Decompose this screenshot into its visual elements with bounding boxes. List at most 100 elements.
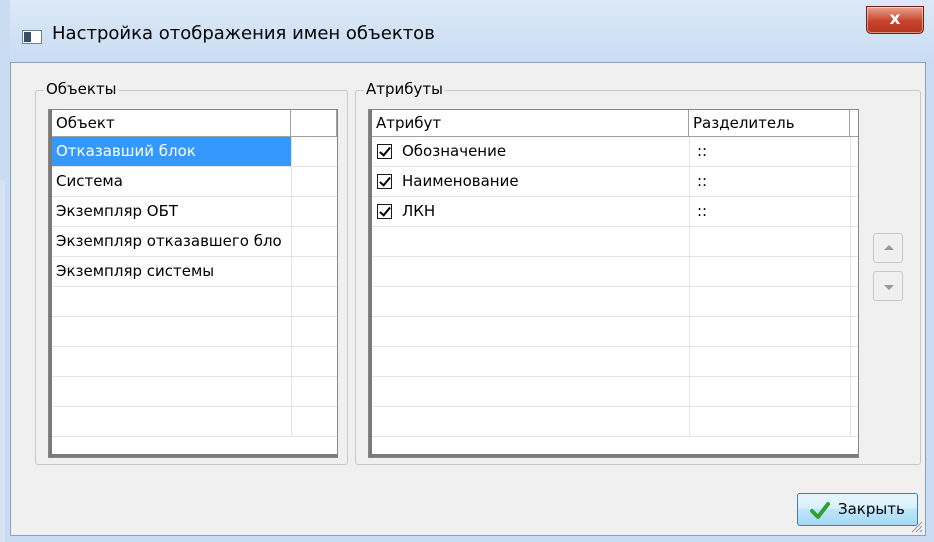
column-divider — [850, 407, 851, 436]
attributes-list-item[interactable]: ЛКН:: — [372, 197, 858, 227]
separator-cell[interactable] — [690, 257, 850, 286]
attribute-cell — [372, 317, 689, 346]
separator-cell[interactable] — [690, 347, 850, 376]
attribute-label: Обозначение — [402, 142, 507, 160]
objects-list-item-label: Экземпляр системы — [56, 262, 215, 280]
column-divider — [291, 317, 292, 346]
column-divider — [850, 167, 851, 196]
attribute-checkbox[interactable] — [377, 204, 392, 219]
separator-cell[interactable]: :: — [690, 197, 850, 226]
attributes-column-header-extra[interactable] — [850, 110, 858, 137]
objects-list-item-label — [52, 377, 291, 406]
attributes-list-item[interactable] — [372, 287, 858, 317]
objects-list-item-label — [52, 317, 291, 346]
attributes-list-item[interactable] — [372, 257, 858, 287]
move-up-button[interactable] — [873, 233, 903, 263]
attribute-cell: Наименование — [372, 167, 689, 196]
objects-list-item[interactable]: Экземпляр ОБТ — [52, 197, 337, 227]
attributes-list-item[interactable]: Наименование:: — [372, 167, 858, 197]
objects-list-item[interactable] — [52, 407, 337, 437]
title-bar[interactable]: Настройка отображения имен объектов x — [0, 0, 934, 62]
attributes-group-label: Атрибуты — [364, 80, 445, 98]
column-divider — [850, 257, 851, 286]
attribute-checkbox[interactable] — [377, 174, 392, 189]
objects-column-header-extra[interactable] — [291, 110, 337, 137]
objects-list-item[interactable]: Экземпляр системы — [52, 257, 337, 287]
close-button[interactable]: Закрыть — [797, 493, 918, 526]
objects-list-item[interactable] — [52, 347, 337, 377]
separator-cell[interactable]: :: — [690, 137, 850, 166]
resize-grip-icon[interactable] — [909, 519, 923, 533]
attribute-cell — [372, 347, 689, 376]
attribute-checkbox[interactable] — [377, 144, 392, 159]
attributes-list-item[interactable]: Обозначение:: — [372, 137, 858, 167]
column-divider — [291, 197, 292, 226]
column-divider — [291, 137, 292, 166]
attribute-cell: ЛКН — [372, 197, 689, 226]
triangle-up-icon — [884, 245, 894, 250]
objects-list-item[interactable] — [52, 287, 337, 317]
separator-cell[interactable] — [690, 227, 850, 256]
window-close-button[interactable]: x — [866, 6, 924, 34]
column-divider — [291, 167, 292, 196]
column-divider — [291, 347, 292, 376]
separator-cell[interactable] — [690, 287, 850, 316]
attribute-cell — [372, 227, 689, 256]
attributes-list-item[interactable] — [372, 227, 858, 257]
attributes-list-item[interactable] — [372, 317, 858, 347]
column-divider — [850, 377, 851, 406]
window-frame — [0, 0, 10, 542]
objects-list-item-label — [52, 347, 291, 376]
column-divider — [850, 287, 851, 316]
objects-grid[interactable]: Объект Отказавший блок Система Экземпляр О… — [48, 109, 338, 458]
column-divider — [291, 287, 292, 316]
attribute-cell — [372, 257, 689, 286]
objects-list-item-label: Экземпляр ОБТ — [56, 202, 179, 220]
separator-cell[interactable] — [690, 407, 850, 436]
objects-list-item[interactable]: Экземпляр отказавшего бло — [52, 227, 337, 257]
objects-list-item-label — [52, 287, 291, 316]
close-button-label: Закрыть — [838, 500, 905, 518]
attributes-column-header-attribute[interactable]: Атрибут — [372, 110, 689, 137]
column-divider — [850, 227, 851, 256]
objects-list-item-label: Экземпляр отказавшего бло — [56, 232, 282, 250]
objects-list-item[interactable]: Система — [52, 167, 337, 197]
attributes-list-item[interactable] — [372, 407, 858, 437]
attribute-cell — [372, 407, 689, 436]
attribute-cell — [372, 287, 689, 316]
attributes-groupbox: Атрибуты Атрибут Разделитель Обозначение… — [355, 80, 921, 465]
column-divider — [291, 227, 292, 256]
attributes-column-header-separator[interactable]: Разделитель — [689, 110, 850, 137]
move-down-button[interactable] — [873, 271, 903, 301]
attributes-list-item[interactable] — [372, 377, 858, 407]
column-divider — [291, 257, 292, 286]
column-divider — [850, 137, 851, 166]
app-window-icon — [22, 30, 42, 44]
attributes-list-item[interactable] — [372, 347, 858, 377]
triangle-down-icon — [884, 285, 894, 290]
attribute-cell: Обозначение — [372, 137, 689, 166]
attribute-label: Наименование — [402, 172, 519, 190]
attribute-label: ЛКН — [402, 202, 436, 220]
objects-column-header-object[interactable]: Объект — [52, 110, 291, 137]
dialog-window: Настройка отображения имен объектов x Об… — [0, 0, 934, 542]
separator-cell[interactable] — [690, 377, 850, 406]
separator-cell[interactable] — [690, 317, 850, 346]
objects-groupbox: Объекты Объект Отказавший блок Система Экз… — [35, 80, 348, 465]
objects-list-item[interactable] — [52, 317, 337, 347]
column-divider — [850, 197, 851, 226]
objects-group-label: Объекты — [44, 80, 119, 98]
objects-list-item-label — [52, 407, 291, 436]
column-divider — [291, 407, 292, 436]
objects-list-item-label: Система — [56, 172, 123, 190]
attributes-grid[interactable]: Атрибут Разделитель Обозначение:: Наимено… — [368, 109, 859, 458]
objects-list-item-label: Отказавший блок — [52, 137, 291, 166]
separator-cell[interactable]: :: — [690, 167, 850, 196]
column-divider — [291, 377, 292, 406]
column-divider — [850, 317, 851, 346]
green-check-icon — [810, 502, 830, 519]
attribute-cell — [372, 377, 689, 406]
dialog-client-area: Объекты Объект Отказавший блок Система Экз… — [10, 62, 926, 536]
objects-list-item[interactable] — [52, 377, 337, 407]
objects-list-item[interactable]: Отказавший блок — [52, 137, 337, 167]
